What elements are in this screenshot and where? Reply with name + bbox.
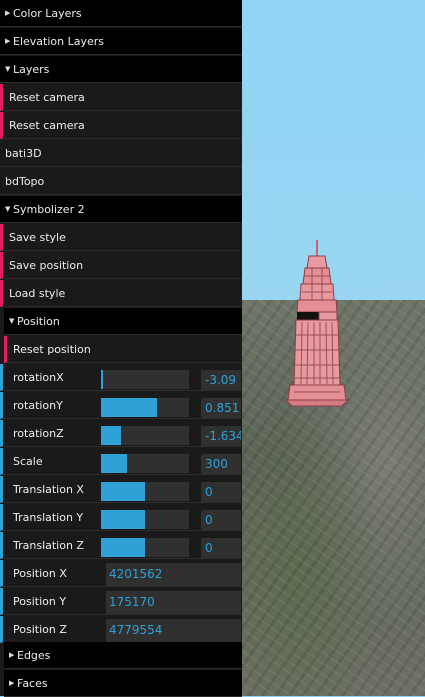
folder-faces[interactable]: ▶ Faces — [4, 670, 242, 697]
triangle-down-icon: ▼ — [9, 317, 15, 325]
layer-bati3d[interactable]: bati3D — [0, 140, 242, 167]
position-x-control: Position X 4201562 — [0, 560, 242, 587]
control-label: Translation Z — [13, 539, 84, 552]
translation-y-slider[interactable] — [101, 510, 189, 529]
slider-fill — [101, 426, 122, 445]
triangle-right-icon: ▶ — [9, 651, 15, 659]
folder-edges[interactable]: ▶ Edges — [4, 642, 242, 669]
triangle-right-icon: ▶ — [9, 679, 15, 687]
rotationz-input[interactable]: -1.634 — [201, 426, 241, 446]
slider-fill — [101, 482, 145, 501]
slider-fill — [101, 510, 145, 529]
control-label: Scale — [13, 455, 43, 468]
button-label: Save style — [9, 231, 66, 244]
position-y-control: Position Y 175170 — [0, 588, 242, 615]
folder-label: Elevation Layers — [13, 35, 104, 48]
triangle-down-icon: ▼ — [5, 65, 11, 73]
gui-panel: ▶ Color Layers ▶ Elevation Layers ▼ Laye… — [0, 0, 242, 697]
folder-label: Layers — [13, 63, 50, 76]
rotationx-control[interactable]: rotationX -3.09 — [0, 364, 242, 391]
button-label: Load style — [9, 287, 66, 300]
position-z-input[interactable]: 4779554 — [106, 619, 241, 642]
rotationy-control[interactable]: rotationY 0.851 — [0, 392, 242, 419]
rotationz-slider[interactable] — [101, 426, 189, 445]
scale-input[interactable]: 300 — [201, 454, 241, 474]
reset-camera-button-2[interactable]: Reset camera — [0, 112, 242, 139]
button-label: Reset camera — [9, 119, 85, 132]
control-label: Position X — [13, 567, 67, 580]
folder-layers[interactable]: ▼ Layers — [0, 56, 242, 83]
position-z-control: Position Z 4779554 — [0, 616, 242, 643]
control-label: Translation Y — [13, 511, 84, 524]
translation-z-slider[interactable] — [101, 538, 189, 557]
control-label: rotationZ — [13, 427, 64, 440]
rotationy-slider[interactable] — [101, 398, 189, 417]
layer-bdtopo[interactable]: bdTopo — [0, 168, 242, 195]
load-style-button[interactable]: Load style — [0, 280, 242, 307]
save-style-button[interactable]: Save style — [0, 224, 242, 251]
button-label: Save position — [9, 259, 84, 272]
translation-y-control[interactable]: Translation Y 0 — [0, 504, 242, 531]
rotationy-input[interactable]: 0.851 — [201, 398, 241, 418]
3d-tower-model — [284, 240, 350, 407]
triangle-down-icon: ▼ — [5, 205, 11, 213]
slider-fill — [101, 538, 145, 557]
control-label: Translation X — [13, 483, 84, 496]
translation-y-input[interactable]: 0 — [201, 510, 241, 530]
position-x-input[interactable]: 4201562 — [106, 563, 241, 586]
button-label: Reset camera — [9, 91, 85, 104]
scale-control[interactable]: Scale 300 — [0, 448, 242, 475]
rotationx-slider[interactable] — [101, 370, 189, 389]
slider-fill — [101, 370, 103, 389]
folder-position[interactable]: ▼ Position — [4, 308, 242, 335]
slider-fill — [101, 454, 128, 473]
folder-label: Symbolizer 2 — [13, 203, 85, 216]
translation-x-control[interactable]: Translation X 0 — [0, 476, 242, 503]
control-label: Position Y — [13, 595, 67, 608]
folder-color-layers[interactable]: ▶ Color Layers — [0, 0, 242, 27]
scale-slider[interactable] — [101, 454, 189, 473]
3d-map-view[interactable] — [242, 0, 425, 696]
triangle-right-icon: ▶ — [5, 37, 11, 45]
folder-label: Faces — [17, 677, 48, 690]
control-label: rotationY — [13, 399, 63, 412]
folder-label: Position — [17, 315, 60, 328]
folder-label: Edges — [17, 649, 51, 662]
control-label: rotationX — [13, 371, 64, 384]
save-position-button[interactable]: Save position — [0, 252, 242, 279]
reset-camera-button[interactable]: Reset camera — [0, 84, 242, 111]
layer-label: bati3D — [5, 147, 42, 160]
rotationz-control[interactable]: rotationZ -1.634 — [0, 420, 242, 447]
layer-label: bdTopo — [5, 175, 45, 188]
triangle-right-icon: ▶ — [5, 9, 11, 17]
position-y-input[interactable]: 175170 — [106, 591, 241, 614]
folder-symbolizer[interactable]: ▼ Symbolizer 2 — [0, 196, 242, 223]
control-label: Position Z — [13, 623, 67, 636]
button-label: Reset position — [13, 343, 91, 356]
reset-position-button[interactable]: Reset position — [4, 336, 242, 363]
translation-x-input[interactable]: 0 — [201, 482, 241, 502]
folder-elevation-layers[interactable]: ▶ Elevation Layers — [0, 28, 242, 55]
translation-z-input[interactable]: 0 — [201, 538, 241, 558]
folder-label: Color Layers — [13, 7, 82, 20]
translation-z-control[interactable]: Translation Z 0 — [0, 532, 242, 559]
rotationx-input[interactable]: -3.09 — [201, 370, 241, 390]
slider-fill — [101, 398, 158, 417]
translation-x-slider[interactable] — [101, 482, 189, 501]
